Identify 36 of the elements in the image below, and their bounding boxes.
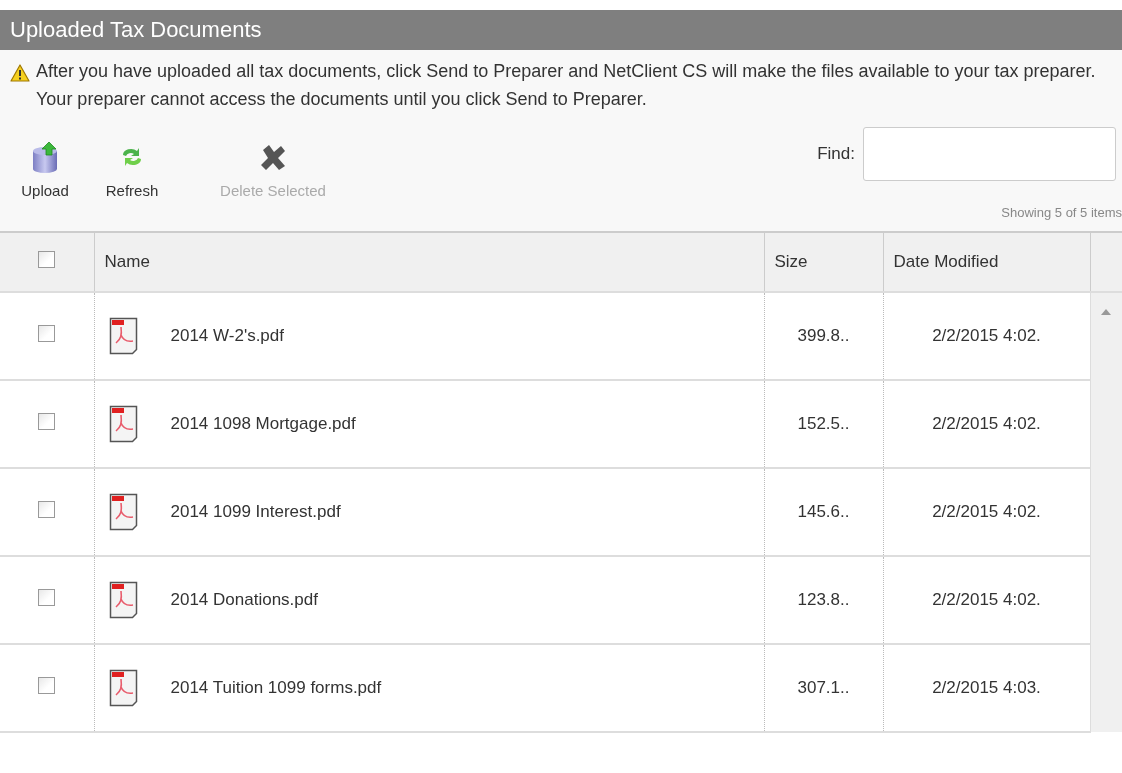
warning-icon [10, 64, 30, 82]
item-count: Showing 5 of 5 items [1001, 205, 1122, 220]
name-column-header[interactable]: Name [94, 232, 764, 292]
checkbox[interactable] [38, 677, 56, 694]
date-modified: 2/2/2015 4:03. [932, 678, 1041, 697]
date-column-header[interactable]: Date Modified [883, 232, 1090, 292]
file-size: 152.5.. [797, 414, 850, 433]
find-label: Find: [817, 144, 855, 164]
date-modified: 2/2/2015 4:02. [932, 414, 1041, 433]
x-icon [259, 143, 287, 171]
size-column-header[interactable]: Size [764, 232, 883, 292]
upload-button[interactable]: Upload [14, 141, 76, 199]
file-size: 123.8.. [797, 590, 850, 609]
checkbox[interactable] [38, 251, 56, 268]
date-modified: 2/2/2015 4:02. [932, 502, 1041, 521]
checkbox[interactable] [38, 501, 56, 518]
date-modified: 2/2/2015 4:02. [932, 590, 1041, 609]
find-field[interactable] [863, 127, 1116, 181]
file-size: 307.1.. [797, 678, 850, 697]
file-name: 2014 1099 Interest.pdf [170, 502, 341, 522]
notice-text: After you have uploaded all tax documents, click Send to Preparer and NetClient CS will make the files available to your tax preparer. Your preparer cannot access the documents until you click Send to Preparer. [36, 60, 1097, 111]
file-size: 399.8.. [797, 326, 850, 345]
file-name: 2014 1098 Mortgage.pdf [170, 414, 356, 434]
checkbox[interactable] [38, 325, 56, 342]
file-name: 2014 W-2's.pdf [170, 326, 284, 346]
file-name: 2014 Donations.pdf [170, 590, 318, 610]
checkbox[interactable] [38, 589, 56, 606]
file-size: 145.6.. [797, 502, 850, 521]
file-name: 2014 Tuition 1099 forms.pdf [170, 678, 382, 698]
checkbox[interactable] [38, 413, 56, 430]
database-upload-icon [32, 141, 58, 173]
refresh-icon [120, 146, 144, 168]
refresh-button[interactable]: Refresh [76, 141, 188, 199]
scroll-up-icon[interactable] [1100, 308, 1113, 316]
panel-title: Uploaded Tax Documents [0, 10, 1122, 50]
date-modified: 2/2/2015 4:02. [932, 326, 1041, 345]
